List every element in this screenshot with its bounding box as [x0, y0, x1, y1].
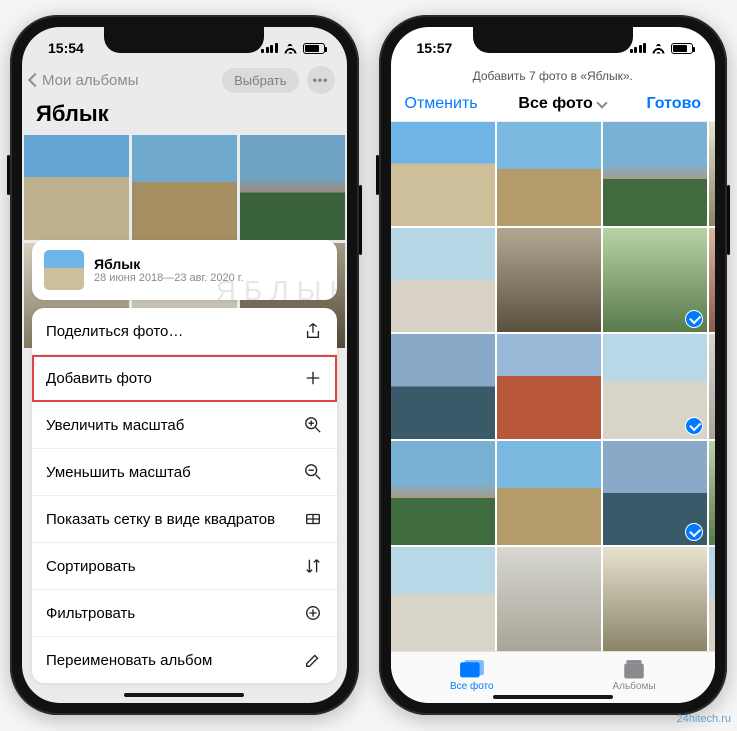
picker-cell[interactable]: [603, 441, 707, 545]
picker-cell[interactable]: [603, 547, 707, 651]
plus-icon: [303, 368, 323, 388]
signal-icon: [630, 43, 647, 53]
tab-all-photos[interactable]: Все фото: [450, 660, 494, 692]
tab-label: Все фото: [450, 681, 494, 692]
picker-cell[interactable]: [709, 547, 715, 651]
picker-cell[interactable]: [497, 441, 601, 545]
sheet-item-zoom-in[interactable]: Увеличить масштаб: [32, 402, 337, 449]
sheet-item-label: Переименовать альбом: [46, 652, 212, 669]
picker-cell[interactable]: [709, 441, 715, 545]
tab-albums[interactable]: Альбомы: [612, 660, 655, 692]
home-indicator[interactable]: [493, 695, 613, 699]
sheet-item-label: Добавить фото: [46, 370, 152, 387]
picker-header: Добавить 7 фото в «Яблык».: [391, 65, 716, 89]
zoom-out-icon: [303, 462, 323, 482]
sheet-thumb: [44, 250, 84, 290]
sheet-item-filter[interactable]: Фильтровать: [32, 590, 337, 637]
picker-cell[interactable]: [709, 228, 715, 332]
rename-icon: [303, 650, 323, 670]
sheet-list: Поделиться фото… Добавить фото Увеличить м…: [32, 308, 337, 683]
albums-icon: [621, 660, 647, 680]
action-sheet: Яблык 28 июня 2018—23 авг. 2020 г. Подел…: [32, 240, 337, 697]
sheet-item-share[interactable]: Поделиться фото…: [32, 308, 337, 355]
wifi-icon: [651, 43, 666, 54]
check-icon: [685, 310, 703, 328]
picker-cell[interactable]: [497, 334, 601, 438]
check-icon: [685, 523, 703, 541]
picker-cell[interactable]: [603, 334, 707, 438]
sheet-item-label: Сортировать: [46, 558, 136, 575]
status-time: 15:57: [417, 40, 453, 56]
home-indicator[interactable]: [124, 693, 244, 697]
watermark-corner: 24hitech.ru: [677, 713, 731, 725]
sheet-subtitle: 28 июня 2018—23 авг. 2020 г.: [94, 272, 244, 284]
photos-icon: [459, 660, 485, 680]
picker-cell[interactable]: [603, 228, 707, 332]
picker-grid: [391, 122, 716, 651]
picker-cell[interactable]: [709, 122, 715, 226]
picker-cell[interactable]: [391, 334, 495, 438]
notch: [104, 27, 264, 53]
grid-icon: [303, 509, 323, 529]
picker-cell[interactable]: [391, 441, 495, 545]
sheet-item-grid[interactable]: Показать сетку в виде квадратов: [32, 496, 337, 543]
sheet-item-zoom-out[interactable]: Уменьшить масштаб: [32, 449, 337, 496]
tab-label: Альбомы: [612, 681, 655, 692]
picker-cell[interactable]: [709, 334, 715, 438]
sort-icon: [303, 556, 323, 576]
picker-cell[interactable]: [497, 547, 601, 651]
picker-cell[interactable]: [391, 228, 495, 332]
picker-cell[interactable]: [497, 122, 601, 226]
sheet-item-label: Поделиться фото…: [46, 323, 183, 340]
picker-cell[interactable]: [497, 228, 601, 332]
notch: [473, 27, 633, 53]
sheet-header: Яблык 28 июня 2018—23 авг. 2020 г.: [32, 240, 337, 300]
sheet-item-rename[interactable]: Переименовать альбом: [32, 637, 337, 683]
picker-title[interactable]: Все фото: [518, 95, 605, 113]
filter-icon: [303, 603, 323, 623]
phone-right: 15:57 Добавить 7 фото в «Яблык». Отменит…: [379, 15, 728, 715]
picker-nav: Отменить Все фото Готово: [391, 89, 716, 122]
sheet-item-label: Фильтровать: [46, 605, 135, 622]
check-icon: [685, 417, 703, 435]
chevron-down-icon: [596, 97, 607, 108]
phone-left: 15:54 Мои альбомы Выбрать ••• Яблык: [10, 15, 359, 715]
picker-title-text: Все фото: [518, 95, 592, 113]
screen-left: 15:54 Мои альбомы Выбрать ••• Яблык: [22, 27, 347, 703]
zoom-in-icon: [303, 415, 323, 435]
sheet-item-label: Увеличить масштаб: [46, 417, 184, 434]
done-button[interactable]: Готово: [647, 95, 701, 113]
sheet-title: Яблык: [94, 256, 244, 272]
sheet-item-label: Показать сетку в виде квадратов: [46, 511, 275, 528]
share-icon: [303, 321, 323, 341]
screen-right: 15:57 Добавить 7 фото в «Яблык». Отменит…: [391, 27, 716, 703]
battery-icon: [671, 43, 693, 54]
picker-cell[interactable]: [603, 122, 707, 226]
sheet-item-plus[interactable]: Добавить фото: [32, 355, 337, 402]
picker-cell[interactable]: [391, 122, 495, 226]
sheet-item-label: Уменьшить масштаб: [46, 464, 191, 481]
cancel-button[interactable]: Отменить: [405, 95, 478, 113]
sheet-item-sort[interactable]: Сортировать: [32, 543, 337, 590]
picker-cell[interactable]: [391, 547, 495, 651]
